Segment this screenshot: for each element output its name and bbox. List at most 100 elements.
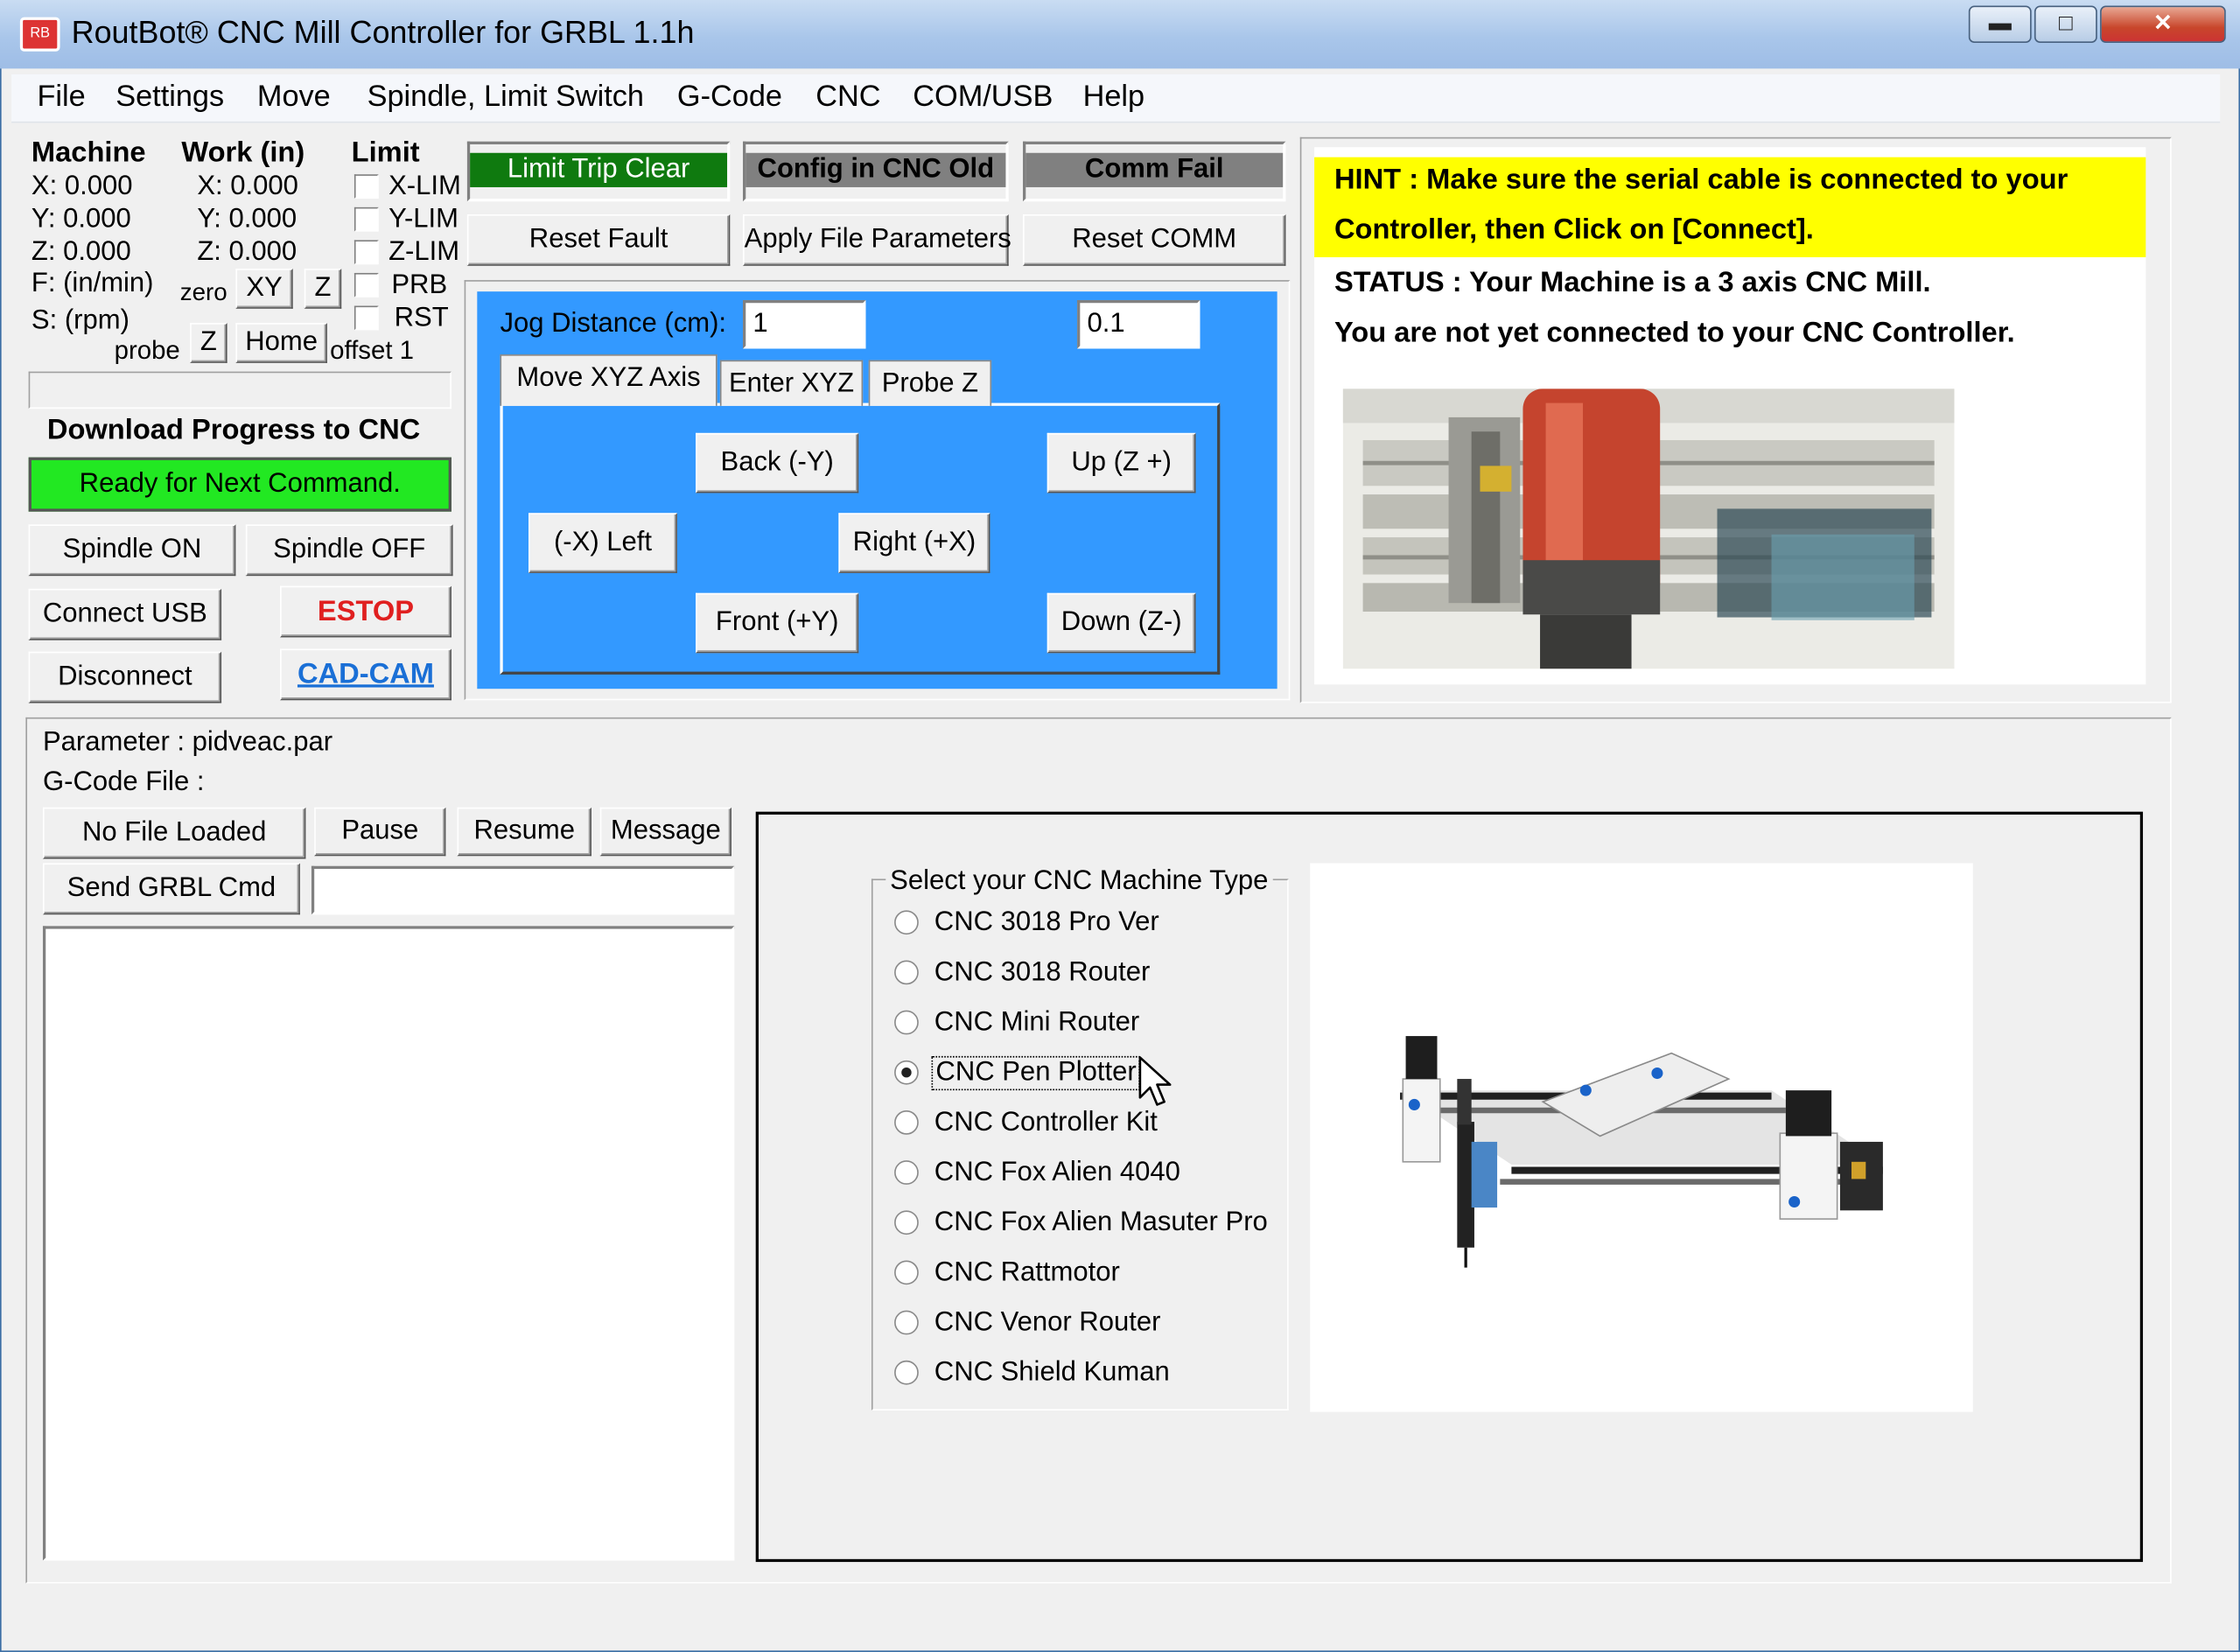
- option-3018-pro-ver[interactable]: CNC 3018 Pro Ver: [934, 907, 1159, 939]
- status-line-1: STATUS : Your Machine is a 3 axis CNC Mi…: [1334, 267, 1931, 299]
- machine-y: Y: 0.000: [31, 204, 131, 234]
- machine-type-title: Select your CNC Machine Type: [886, 865, 1273, 898]
- ready-status: Ready for Next Command.: [28, 457, 452, 512]
- resume-button[interactable]: Resume: [457, 807, 592, 857]
- machine-header: Machine: [31, 136, 146, 169]
- gcode-file-label: G-Code File :: [42, 767, 205, 798]
- reset-limit-label: RST: [394, 303, 449, 333]
- jog-right-button[interactable]: Right (+X): [838, 513, 990, 573]
- speed-readout: S: (rpm): [31, 305, 130, 336]
- maximize-button[interactable]: □: [2034, 5, 2097, 43]
- spindle-on-button[interactable]: Spindle ON: [28, 524, 236, 577]
- option-rattmotor[interactable]: CNC Rattmotor: [934, 1257, 1120, 1289]
- option-controller-kit[interactable]: CNC Controller Kit: [934, 1108, 1158, 1139]
- probe-z-button[interactable]: Z: [190, 323, 228, 363]
- machine-x: X: 0.000: [31, 171, 133, 202]
- radio-pen-plotter[interactable]: [894, 1060, 919, 1085]
- radio-fox-alien-4040[interactable]: [894, 1160, 919, 1185]
- estop-button[interactable]: ESTOP: [280, 585, 452, 638]
- comm-frame: Comm Fail: [1023, 141, 1286, 202]
- menu-help[interactable]: Help: [1083, 80, 1145, 114]
- send-grbl-cmd-button[interactable]: Send GRBL Cmd: [42, 863, 300, 915]
- jog-front-button[interactable]: Front (+Y): [696, 592, 859, 654]
- probe-limit-label: PRB: [391, 270, 448, 300]
- jog-back-button[interactable]: Back (-Y): [696, 432, 859, 494]
- cad-cam-button[interactable]: CAD-CAM: [280, 648, 452, 701]
- radio-3018-pro-ver[interactable]: [894, 910, 919, 935]
- radio-fox-alien-masuter-pro[interactable]: [894, 1210, 919, 1236]
- pause-button[interactable]: Pause: [314, 807, 446, 857]
- mouse-cursor-icon: [1138, 1056, 1172, 1106]
- radio-rattmotor[interactable]: [894, 1260, 919, 1285]
- reset-checkbox: [354, 305, 379, 331]
- jog-up-button[interactable]: Up (Z +): [1046, 432, 1196, 494]
- radio-venor-router[interactable]: [894, 1310, 919, 1335]
- gcode-output-area[interactable]: [42, 926, 735, 1561]
- zero-z-button[interactable]: Z: [304, 269, 342, 309]
- apply-file-parameters-button[interactable]: Apply File Parameters: [743, 214, 1012, 266]
- machine-z: Z: 0.000: [31, 237, 131, 268]
- reset-comm-button[interactable]: Reset COMM: [1023, 214, 1286, 266]
- option-fox-alien-masuter-pro[interactable]: CNC Fox Alien Masuter Pro: [934, 1208, 1268, 1239]
- x-limit-label: X-LIM: [388, 171, 461, 202]
- download-progress-title: Download Progress to CNC: [46, 414, 421, 446]
- y-limit-label: Y-LIM: [388, 204, 458, 234]
- zero-label: zero: [179, 278, 228, 306]
- option-fox-alien-4040[interactable]: CNC Fox Alien 4040: [934, 1158, 1180, 1189]
- option-mini-router[interactable]: CNC Mini Router: [934, 1007, 1139, 1039]
- window-title: RoutBot® CNC Mill Controller for GRBL 1.…: [71, 14, 695, 51]
- option-3018-router[interactable]: CNC 3018 Router: [934, 957, 1151, 989]
- jog-distance-label: Jog Distance (cm):: [500, 308, 727, 340]
- radio-shield-kuman[interactable]: [894, 1360, 919, 1385]
- tab-enter-xyz[interactable]: Enter XYZ: [719, 360, 864, 406]
- spindle-off-button[interactable]: Spindle OFF: [245, 524, 453, 577]
- no-file-loaded-button[interactable]: No File Loaded: [42, 807, 306, 859]
- z-limit-checkbox: [354, 240, 379, 265]
- zero-xy-button[interactable]: XY: [235, 269, 293, 309]
- radio-mini-router[interactable]: [894, 1010, 919, 1035]
- menu-file[interactable]: File: [37, 80, 85, 114]
- jog-down-button[interactable]: Down (Z-): [1046, 592, 1196, 654]
- tab-probe-z[interactable]: Probe Z: [868, 360, 992, 406]
- connect-usb-button[interactable]: Connect USB: [28, 588, 222, 640]
- home-button[interactable]: Home: [235, 323, 327, 363]
- jog-step-input[interactable]: 0.1: [1077, 299, 1200, 349]
- jog-left-button[interactable]: (-X) Left: [528, 513, 677, 573]
- grbl-command-input[interactable]: [311, 865, 735, 915]
- z-limit-label: Z-LIM: [388, 237, 460, 268]
- work-y: Y: 0.000: [197, 204, 298, 234]
- menu-gcode[interactable]: G-Code: [677, 80, 782, 114]
- config-frame: Config in CNC Old: [743, 141, 1009, 202]
- option-shield-kuman[interactable]: CNC Shield Kuman: [934, 1358, 1170, 1390]
- menu-spindle-limit[interactable]: Spindle, Limit Switch: [368, 80, 644, 114]
- x-limit-checkbox: [354, 174, 379, 200]
- limit-trip-indicator: Limit Trip Clear: [470, 152, 728, 187]
- routbot-logo-icon: RB: [19, 17, 60, 52]
- parameter-file-label: Parameter : pidveac.par: [42, 727, 333, 758]
- work-z: Z: 0.000: [197, 237, 298, 268]
- probe-checkbox: [354, 272, 379, 298]
- hint-line-2: Controller, then Click on [Connect].: [1334, 214, 1814, 246]
- jog-distance-input[interactable]: 1: [743, 299, 866, 349]
- tab-move-xyz-axis[interactable]: Move XYZ Axis: [500, 354, 718, 406]
- option-pen-plotter[interactable]: CNC Pen Plotter: [931, 1055, 1141, 1091]
- menu-com-usb[interactable]: COM/USB: [913, 80, 1053, 114]
- radio-3018-router[interactable]: [894, 960, 919, 985]
- menu-move[interactable]: Move: [257, 80, 331, 114]
- close-button[interactable]: ✕: [2100, 5, 2226, 43]
- work-x: X: 0.000: [197, 171, 298, 202]
- progress-bar: [28, 371, 452, 410]
- radio-controller-kit[interactable]: [894, 1110, 919, 1135]
- cnc-router-photo: [1342, 388, 1955, 669]
- reset-fault-button[interactable]: Reset Fault: [466, 214, 731, 266]
- feed-readout: F: (in/min): [31, 269, 154, 299]
- menu-settings[interactable]: Settings: [116, 80, 224, 114]
- minimize-button[interactable]: ▬: [1968, 5, 2032, 43]
- hint-line-1: HINT : Make sure the serial cable is con…: [1334, 164, 2068, 196]
- config-indicator: Config in CNC Old: [746, 152, 1006, 187]
- offset-label: offset 1: [330, 335, 415, 365]
- disconnect-button[interactable]: Disconnect: [28, 651, 222, 704]
- menu-cnc[interactable]: CNC: [816, 80, 880, 114]
- option-venor-router[interactable]: CNC Venor Router: [934, 1307, 1161, 1339]
- message-button[interactable]: Message: [599, 807, 732, 857]
